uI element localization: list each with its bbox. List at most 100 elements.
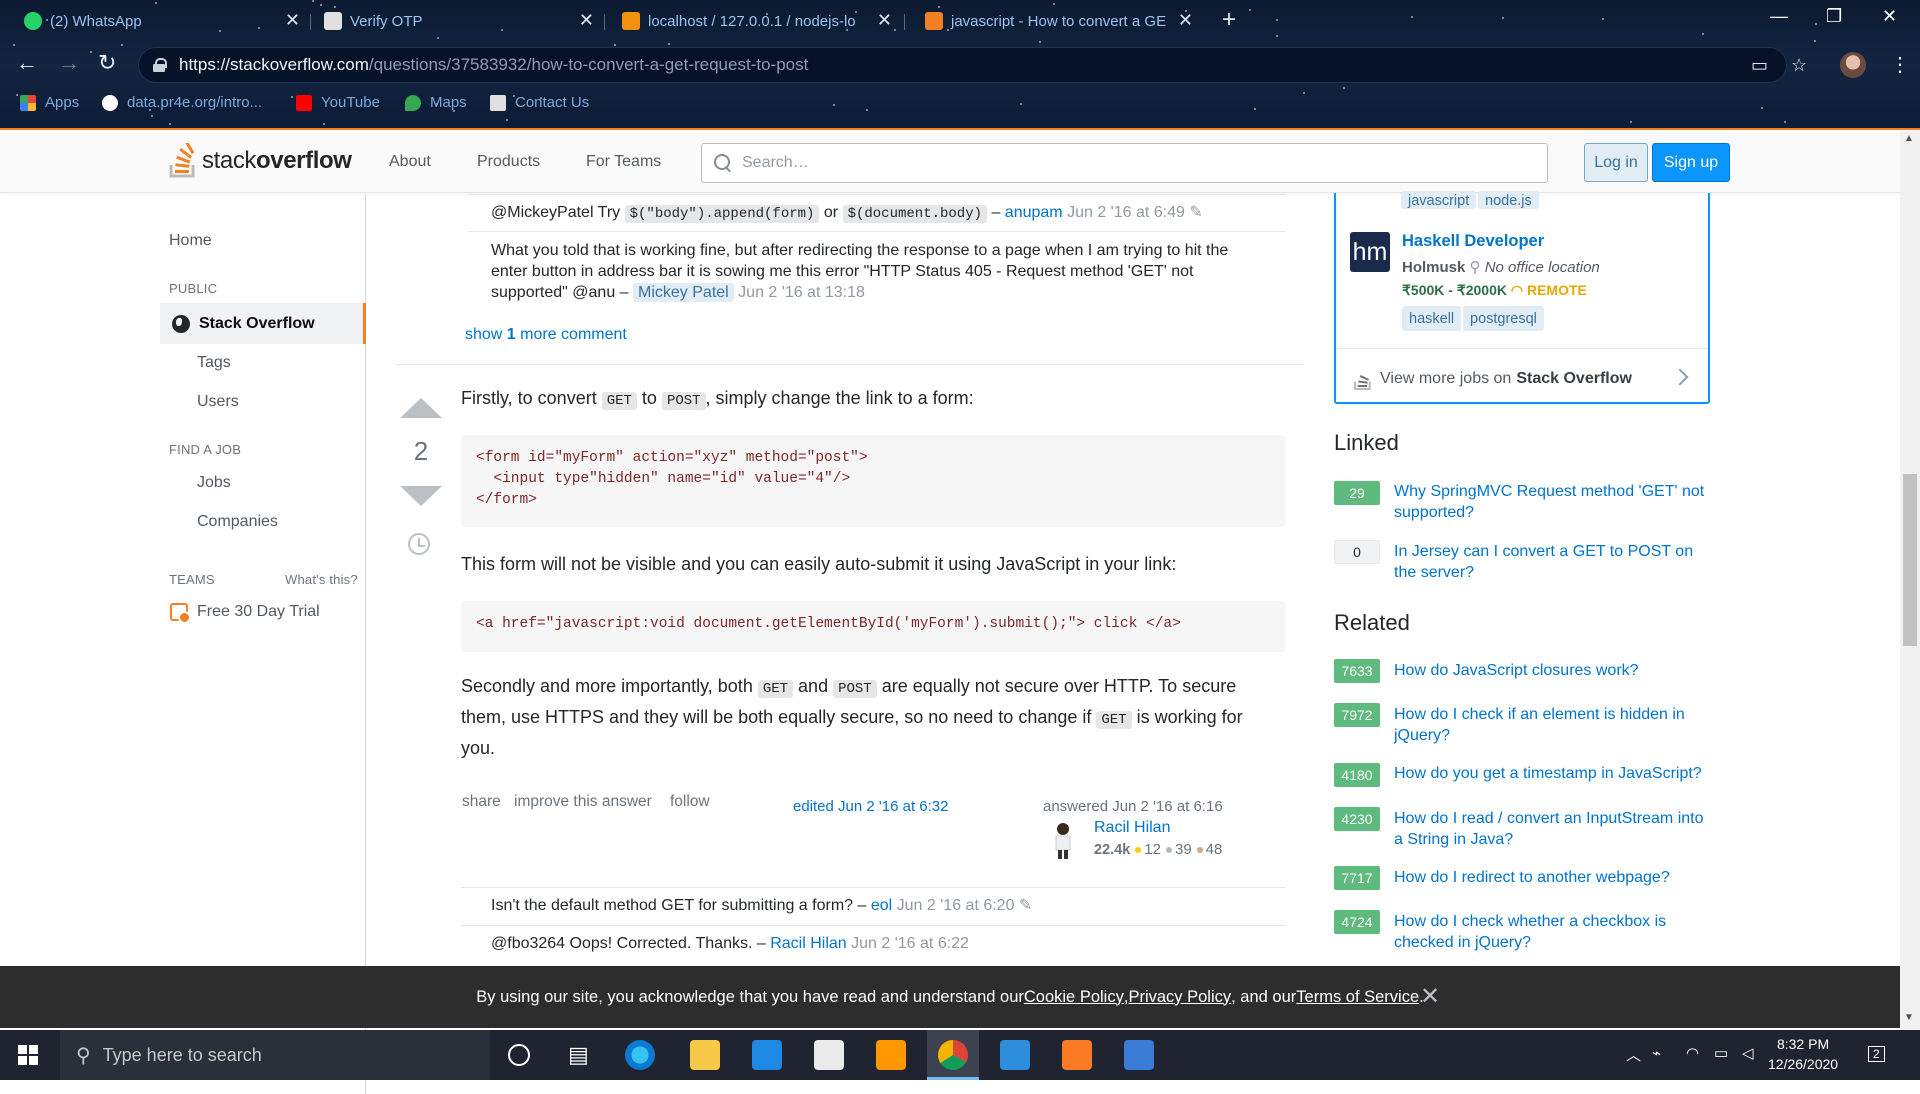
maximize-icon[interactable]: ❐ [1826, 6, 1842, 27]
reload-icon[interactable]: ↻ [98, 50, 116, 76]
tab-whatsapp[interactable]: (2) WhatsApp ✕ [24, 6, 300, 36]
edited-link[interactable]: edited Jun 2 '16 at 6:32 [793, 798, 949, 815]
scroll-down-icon[interactable]: ▼ [1904, 1012, 1914, 1023]
tab-stackoverflow[interactable]: javascript - How to convert a GE ✕ [925, 6, 1193, 36]
bookmark-apps[interactable]: Apps [20, 94, 79, 111]
bookmark-star-icon[interactable]: ☆ [1791, 55, 1807, 76]
battery-icon[interactable]: ▭ [1714, 1044, 1728, 1062]
nav-products[interactable]: Products [477, 153, 540, 171]
comment-timestamp[interactable]: Jun 2 '16 at 6:20 [897, 897, 1015, 914]
login-button[interactable]: Log in [1584, 143, 1648, 182]
comment-author-link[interactable]: Mickey Patel [633, 283, 734, 302]
back-icon[interactable]: ← [16, 50, 38, 76]
taskbar-search[interactable]: ⚲ Type here to search [60, 1030, 490, 1080]
task-view-icon[interactable]: ▤ [568, 1042, 589, 1068]
close-tab-icon[interactable]: ✕ [877, 10, 892, 31]
scrollbar-thumb[interactable] [1903, 474, 1917, 646]
close-tab-icon[interactable]: ✕ [285, 10, 300, 31]
job-tag-postgresql[interactable]: postgresql [1463, 306, 1544, 331]
store-icon[interactable] [814, 1040, 844, 1070]
mail-icon[interactable] [752, 1040, 782, 1070]
profile-avatar[interactable] [1840, 52, 1866, 78]
close-window-icon[interactable]: ✕ [1882, 6, 1897, 27]
sublime-text-icon[interactable] [876, 1040, 906, 1070]
bookmark-data-pr4e[interactable]: data.pr4e.org/intro... [102, 94, 262, 111]
nav-jobs[interactable]: Jobs [197, 474, 231, 492]
terms-link[interactable]: Terms of Service [1296, 988, 1419, 1007]
edit-pencil-icon: ✎ [1189, 204, 1203, 221]
wifi-icon[interactable]: ◠ [1686, 1044, 1699, 1062]
scroll-up-icon[interactable]: ▲ [1904, 133, 1914, 144]
notifications-icon[interactable]: 2 [1868, 1046, 1885, 1062]
related-question-link[interactable]: How do JavaScript closures work? [1394, 660, 1714, 681]
upvote-button[interactable] [400, 398, 442, 418]
comment-author-link[interactable]: anupam [1005, 204, 1063, 221]
chrome-icon[interactable] [938, 1040, 968, 1070]
volume-icon[interactable]: ◁ [1742, 1044, 1754, 1062]
network-icon[interactable]: ⌁ [1652, 1044, 1661, 1062]
nav-about[interactable]: About [389, 153, 431, 171]
bookmark-youtube[interactable]: YouTube [296, 94, 380, 111]
job-tag-nodejs[interactable]: node.js [1478, 191, 1539, 209]
user-avatar[interactable] [1050, 821, 1076, 859]
related-question-link[interactable]: How do you get a timestamp in JavaScript… [1394, 763, 1714, 784]
photos-icon[interactable] [1124, 1040, 1154, 1070]
site-logo[interactable]: stackoverflow [168, 141, 352, 181]
vscode-icon[interactable] [1000, 1040, 1030, 1070]
bookmark-maps[interactable]: Maps [405, 94, 467, 111]
close-icon[interactable]: ✕ [1420, 982, 1440, 1011]
answer-author-link[interactable]: Racil Hilan [1094, 819, 1170, 837]
linked-question-link[interactable]: In Jersey can I convert a GET to POST on… [1394, 541, 1714, 583]
close-tab-icon[interactable]: ✕ [1178, 10, 1193, 31]
whats-this-link[interactable]: What's this? [285, 572, 358, 587]
taskbar-clock[interactable]: 8:32 PM 12/26/2020 [1768, 1034, 1838, 1074]
view-more-jobs-link[interactable]: View more jobs on Stack Overflow [1352, 367, 1632, 391]
file-explorer-icon[interactable] [690, 1040, 720, 1070]
cortana-icon[interactable] [508, 1044, 530, 1066]
windows-start-icon[interactable] [18, 1045, 38, 1065]
nav-stack-overflow[interactable]: Stack Overflow [160, 303, 366, 344]
nav-tags[interactable]: Tags [197, 354, 231, 372]
improve-answer-link[interactable]: improve this answer [514, 793, 652, 811]
search-input[interactable] [742, 154, 1522, 172]
cookie-policy-link[interactable]: Cookie Policy [1024, 988, 1124, 1007]
forward-icon[interactable]: → [58, 50, 80, 76]
cast-icon[interactable]: ▭ [1751, 55, 1768, 76]
tab-verify-otp[interactable]: Verify OTP ✕ [324, 6, 594, 36]
chevron-up-icon[interactable]: ︿ [1626, 1044, 1641, 1065]
comment-author-link[interactable]: eol [871, 897, 892, 914]
comment-timestamp[interactable]: Jun 2 '16 at 13:18 [738, 284, 865, 301]
nav-companies[interactable]: Companies [197, 513, 278, 531]
nav-for-teams[interactable]: For Teams [586, 153, 661, 171]
follow-link[interactable]: follow [670, 793, 710, 811]
privacy-policy-link[interactable]: Privacy Policy [1128, 988, 1231, 1007]
menu-icon[interactable]: ⋮ [1890, 52, 1910, 77]
new-tab-icon[interactable]: + [1222, 6, 1236, 34]
linked-question-link[interactable]: Why SpringMVC Request method 'GET' not s… [1394, 481, 1714, 523]
related-question-link[interactable]: How do I check if an element is hidden i… [1394, 704, 1714, 746]
signup-button[interactable]: Sign up [1652, 143, 1730, 182]
related-question-link[interactable]: How do I read / convert an InputStream i… [1394, 808, 1714, 850]
nav-free-trial[interactable]: Free 30 Day Trial [197, 603, 320, 621]
job-tag-haskell[interactable]: haskell [1402, 306, 1462, 331]
downvote-button[interactable] [400, 486, 442, 506]
related-question-link[interactable]: How do I redirect to another webpage? [1394, 867, 1714, 888]
nav-home[interactable]: Home [169, 232, 212, 250]
address-bar[interactable]: https://stackoverflow.com/questions/3758… [138, 47, 1807, 83]
edge-icon[interactable] [625, 1040, 655, 1070]
xampp-icon[interactable] [1062, 1040, 1092, 1070]
history-icon[interactable] [408, 533, 430, 555]
job-tag-javascript[interactable]: javascript [1401, 191, 1477, 209]
minimize-icon[interactable]: — [1770, 6, 1788, 27]
tab-phpmyadmin[interactable]: localhost / 127.0.0.1 / nodejs-lo ✕ [622, 6, 892, 36]
comment-timestamp[interactable]: Jun 2 '16 at 6:49 [1067, 204, 1185, 221]
close-tab-icon[interactable]: ✕ [579, 10, 594, 31]
show-more-comments[interactable]: show 1 more comment [465, 324, 627, 345]
share-link[interactable]: share [462, 793, 501, 811]
nav-users[interactable]: Users [197, 393, 239, 411]
comment-author-link[interactable]: Racil Hilan [770, 935, 846, 952]
bookmark-contact-us[interactable]: Contact Us [490, 94, 589, 111]
related-question-link[interactable]: How do I check whether a checkbox is che… [1394, 911, 1714, 953]
job-title-link[interactable]: Haskell Developer [1402, 232, 1544, 251]
comment-timestamp[interactable]: Jun 2 '16 at 6:22 [851, 935, 969, 952]
